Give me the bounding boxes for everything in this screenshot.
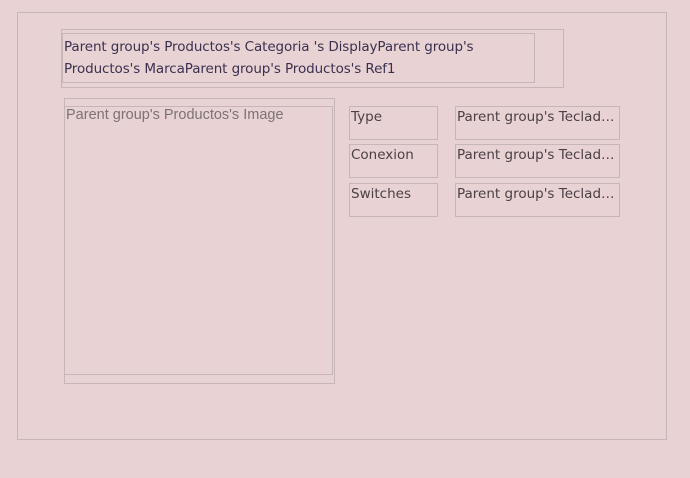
spec-label-conexion: Conexion xyxy=(349,144,438,178)
spec-value-conexion: Parent group's Teclado's... xyxy=(455,144,620,178)
product-title: Parent group's Productos's Categoria 's … xyxy=(62,33,535,83)
spec-label-type: Type xyxy=(349,106,438,140)
product-image-placeholder: Parent group's Productos's Image xyxy=(64,106,333,375)
spec-label-switches: Switches xyxy=(349,183,438,217)
spec-value-switches: Parent group's Teclado's... xyxy=(455,183,620,217)
spec-value-type: Parent group's Teclado's... xyxy=(455,106,620,140)
